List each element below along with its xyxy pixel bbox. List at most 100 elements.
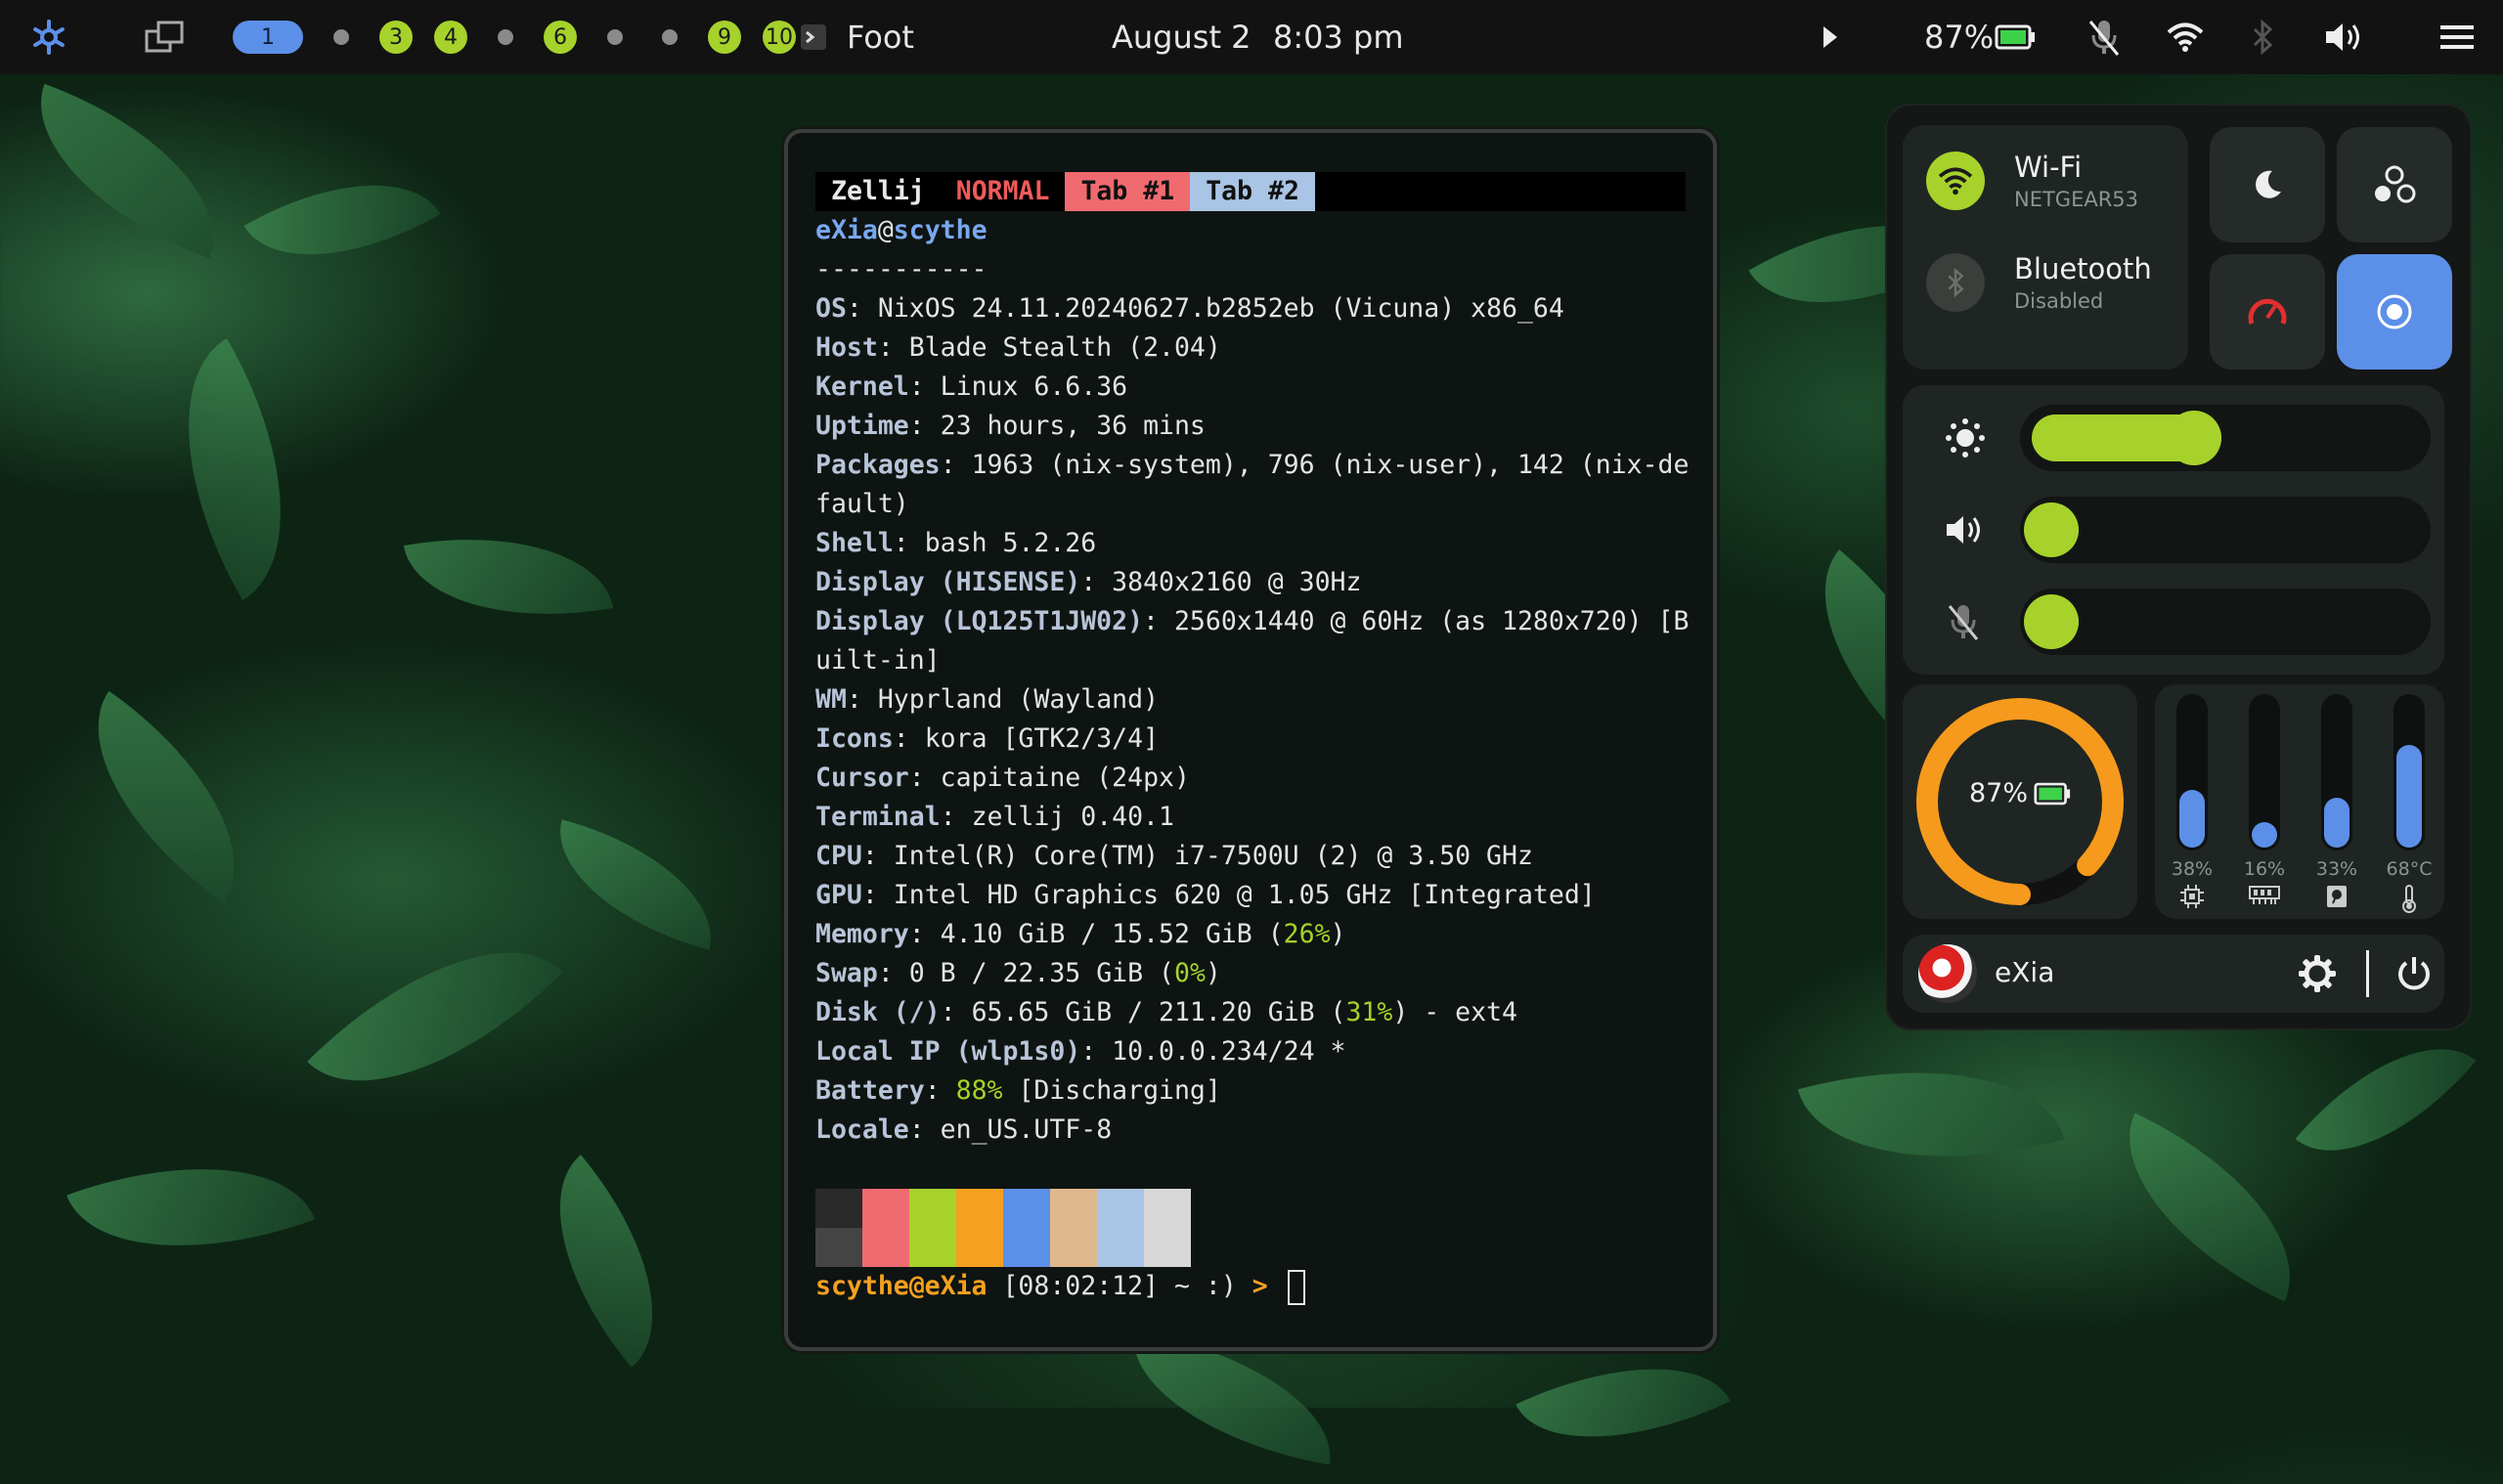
nixos-logo-icon[interactable] [29,0,68,74]
palette-swatch [815,1189,862,1228]
speedometer-icon [2248,298,2287,325]
clock-time[interactable]: 8:03 pm [1273,0,1404,74]
screen-record-toggle[interactable] [2337,254,2452,370]
night-mode-toggle[interactable] [2210,127,2325,242]
temperature-icon [2375,884,2443,913]
wifi-icon[interactable] [2167,0,2204,74]
volume-slider[interactable] [2020,497,2431,563]
workspace-button[interactable]: 10 [763,21,796,54]
power-icon[interactable] [2395,954,2433,997]
network-card: Wi-Fi NETGEAR53 Bluetooth Disabled [1903,125,2188,370]
brightness-slider-knob[interactable] [2167,411,2222,465]
bluetooth-icon [1926,253,1985,312]
workspace-button[interactable]: 6 [544,21,577,54]
settings-gear-icon[interactable] [2298,954,2337,997]
clock-date[interactable]: August 2 [1112,0,1252,74]
zellij-name: Zellij [831,176,925,206]
workspace-list: 1 3 4 6 9 10 [233,0,796,74]
zellij-tab-2[interactable]: Tab #2 [1190,172,1315,211]
shell-prompt[interactable]: scythe@eXia [08:02:12] ~ :) > [815,1267,1686,1306]
palette-swatch [1097,1189,1144,1228]
fetch-line: uilt-in] [815,645,941,676]
cpu-icon [2158,884,2226,909]
cpu-usage-bar [2176,694,2208,851]
microphone-muted-icon [1946,602,1981,645]
fetch-line: Battery: 88% [Discharging] [815,1075,1221,1106]
fetch-line: Disk (/): 65.65 GiB / 211.20 GiB (31%) -… [815,997,1517,1027]
palette-swatch [956,1228,1003,1267]
workspace-button[interactable]: 4 [434,21,467,54]
avatar[interactable] [1918,944,1977,1003]
workspace-active[interactable]: 1 [233,21,303,54]
moon-icon [2256,170,2281,198]
palette-swatch [909,1189,956,1228]
zellij-tab-1[interactable]: Tab #1 [1065,172,1191,211]
palette-swatch [1097,1228,1144,1267]
fetch-line: Display (LQ125T1JW02): 2560x1440 @ 60Hz … [815,606,1690,636]
workspace-empty[interactable] [607,29,623,45]
disk-usage-bar [2321,694,2352,851]
fetch-line: Display (HISENSE): 3840x2160 @ 30Hz [815,567,1362,597]
ram-usage-label: 16% [2243,858,2286,880]
palette-swatch [956,1189,1003,1228]
brightness-icon [1946,418,1985,461]
microphone-slider-knob[interactable] [2024,594,2079,649]
battery-icon [2034,782,2071,805]
wifi-toggle[interactable]: Wi-Fi NETGEAR53 [1903,151,2138,211]
workspace-button[interactable]: 3 [379,21,413,54]
workspace-button[interactable]: 9 [708,21,741,54]
palette-swatch [815,1228,862,1267]
temperature-usage-label: 68°C [2386,858,2433,880]
terminal-content: Zellij NORMAL Tab #1 Tab #2 eXia@scythe … [815,172,1690,1306]
media-play-icon[interactable] [1821,0,1840,74]
fetch-line: fault) [815,489,909,519]
ram-usage-fill [2252,822,2277,848]
microphone-slider[interactable] [2020,589,2431,655]
workspace-empty[interactable] [662,29,678,45]
fetch-line: CPU: Intel(R) Core(TM) i7-7500U (2) @ 3.… [815,841,1533,871]
fetch-line: Uptime: 23 hours, 36 mins [815,411,1206,441]
fetch-line: Locale: en_US.UTF-8 [815,1114,1113,1145]
disk-usage-fill [2324,798,2349,848]
sliders-card [1903,385,2444,675]
battery-ring-card: 87% [1903,684,2137,919]
disk-icon [2303,884,2371,909]
menu-icon[interactable] [2440,0,2474,74]
ram-icon [2230,884,2299,905]
power-profile-toggle[interactable] [2210,254,2325,370]
palette-swatch [862,1189,909,1228]
bluetooth-toggle[interactable]: Bluetooth Disabled [1903,252,2152,313]
disk-usage-label: 33% [2315,858,2358,880]
ram-usage-bar [2249,694,2280,851]
bluetooth-icon[interactable] [2251,0,2274,74]
terminal-window[interactable]: Zellij NORMAL Tab #1 Tab #2 eXia@scythe … [784,129,1717,1351]
workspace-empty[interactable] [498,29,513,45]
palette-swatch [909,1228,956,1267]
battery-ring-label: 87% [1968,778,2028,808]
apps-toggle[interactable] [2337,127,2452,242]
fetch-line: Packages: 1963 (nix-system), 796 (nix-us… [815,450,1690,480]
fetch-line: Memory: 4.10 GiB / 15.52 GiB (26%) [815,919,1346,949]
zellij-status-bar: Zellij NORMAL Tab #1 Tab #2 [815,172,1686,211]
system-meters-card: 38% 16% 33% 68°C [2155,684,2444,919]
wifi-icon [1926,152,1985,210]
record-icon [2377,294,2412,329]
fetch-line: GPU: Intel HD Graphics 620 @ 1.05 GHz [I… [815,880,1596,910]
palette-swatch [1003,1228,1050,1267]
palette-swatch [1003,1189,1050,1228]
user-card: eXia [1903,935,2444,1013]
divider [2366,950,2369,997]
microphone-muted-icon[interactable] [2086,0,2122,74]
bluetooth-title: Bluetooth [2014,252,2152,285]
volume-slider-knob[interactable] [2024,502,2079,557]
circles-icon [2375,165,2416,203]
overview-icon[interactable] [145,0,184,74]
volume-icon[interactable] [2323,0,2366,74]
bluetooth-status: Disabled [2014,289,2104,313]
zellij-mode: NORMAL [955,176,1050,206]
workspace-empty[interactable] [333,29,349,45]
palette-swatch [1050,1228,1097,1267]
brightness-slider[interactable] [2020,405,2431,471]
palette-swatch [1144,1189,1191,1228]
palette-swatch [1144,1228,1191,1267]
